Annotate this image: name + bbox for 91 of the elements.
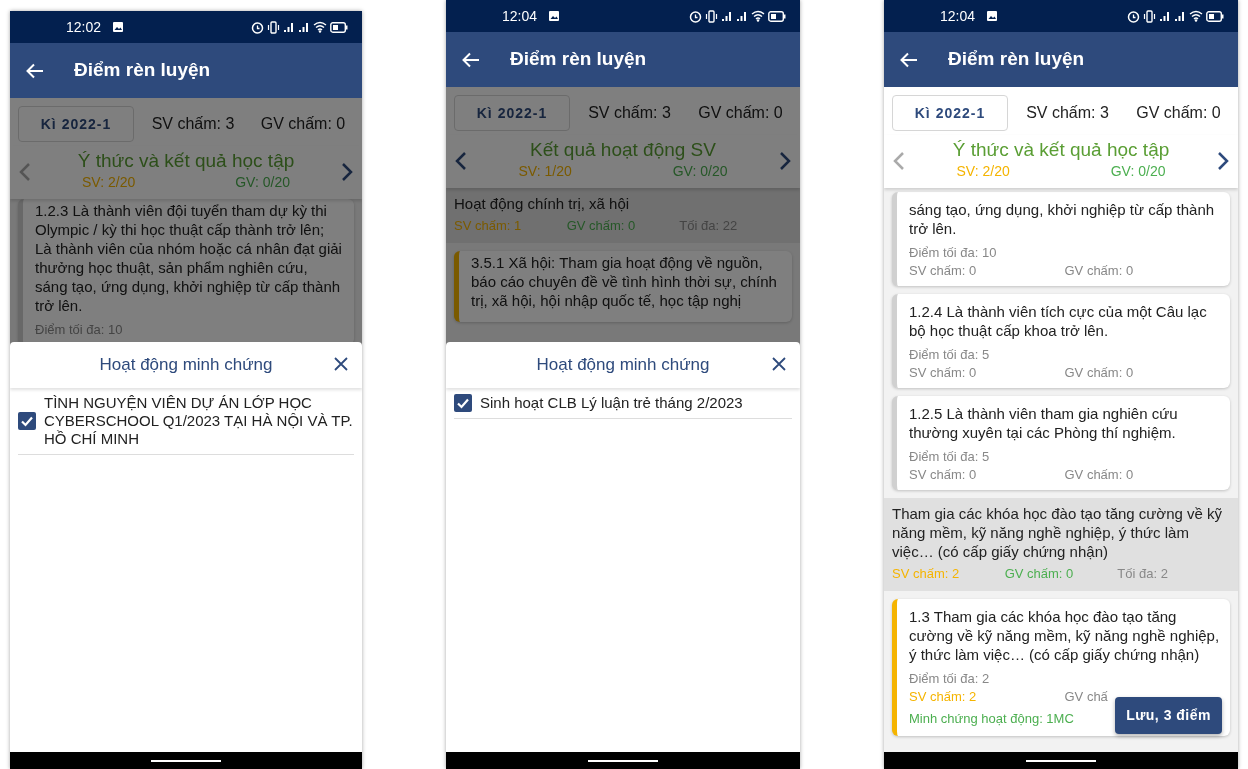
home-indicator — [1026, 759, 1096, 762]
status-time: 12:02 — [66, 17, 102, 37]
battery-icon — [768, 10, 786, 22]
student-score: SV chấm: 0 — [909, 263, 977, 278]
teacher-score-total: GV chấm: 0 — [259, 114, 347, 134]
vibrate-icon — [705, 9, 718, 23]
max-score: Tối đa: 2 — [1117, 566, 1168, 581]
gallery-icon — [113, 22, 124, 32]
teacher-score: GV: 0/20 — [672, 162, 728, 181]
max-score: Điểm tối đa: 10 — [35, 321, 124, 339]
battery-icon — [1206, 10, 1224, 22]
signal-icon — [283, 21, 295, 33]
semester-button[interactable]: Kì 2022-1 — [454, 95, 570, 131]
max-score: Điểm tối đa: 2 — [909, 670, 991, 688]
chevron-right-icon[interactable] — [778, 150, 792, 171]
student-score-total: SV chấm: 3 — [1025, 103, 1110, 123]
teacher-score: GV chấm: 0 — [1064, 467, 1134, 482]
student-score: SV: 2/20 — [82, 173, 136, 192]
sheet-title: Hoạt động minh chứng — [99, 354, 273, 377]
teacher-score: GV chấm: 0 — [1064, 365, 1134, 380]
student-score: SV chấm: 2 — [909, 689, 977, 704]
alarm-icon — [251, 20, 264, 34]
max-score: Điểm tối đa: 10 — [909, 244, 998, 262]
screen-title: Điểm rèn luyện — [74, 58, 211, 83]
wifi-icon — [751, 10, 765, 22]
sheet-title: Hoạt động minh chứng — [536, 354, 710, 377]
criterion-text: 3.5.1 Xã hội: Tham gia hoạt động về nguồn, báo cáo chuyên đề về tình hình thời sự, chính trị, xã hội, hội nhập quốc tế, học tập nghị — [471, 253, 778, 310]
category-title: Kết quả hoạt động SV — [529, 139, 717, 161]
wifi-icon — [1189, 10, 1203, 22]
category-title: Ý thức và kết quả học tập — [76, 150, 296, 172]
back-arrow-icon[interactable] — [26, 62, 44, 79]
save-button[interactable]: Lưu, 3 điểm — [1115, 697, 1222, 734]
student-score-total: SV chấm: 3 — [150, 114, 236, 134]
student-score: SV chấm: 0 — [909, 467, 977, 482]
status-time: 12:04 — [940, 6, 976, 26]
activity-label: Sinh hoạt CLB Lý luận trẻ tháng 2/2023 — [480, 394, 743, 412]
teacher-score-total: GV chấm: 0 — [1135, 103, 1222, 123]
wifi-icon — [313, 21, 327, 33]
battery-icon — [330, 21, 348, 33]
teacher-score: GV chấ — [1064, 689, 1108, 704]
gallery-icon — [987, 11, 998, 21]
student-score: SV: 2/20 — [956, 162, 1010, 181]
teacher-score: GV chấm: 0 — [1004, 566, 1074, 581]
criterion-text: 1.2.4 Là thành viên tích cực của một Câu lạc bộ học thuật cấp khoa trở lên. — [909, 302, 1208, 340]
vibrate-icon — [1143, 9, 1156, 23]
group-title: Tham gia các khóa học đào tạo tăng cường về kỹ năng mềm, kỹ năng nghề nghiệp, ý thức làm việc… (có cấp giấy chứng nhận) — [892, 504, 1224, 561]
alarm-icon — [1127, 9, 1140, 23]
student-score: SV: 1/20 — [518, 162, 572, 181]
back-arrow-icon[interactable] — [462, 51, 480, 68]
group-title: Hoạt động chính trị, xã hội — [454, 194, 631, 213]
gallery-icon — [549, 11, 560, 21]
student-score: SV chấm: 1 — [454, 218, 522, 233]
screen-title: Điểm rèn luyện — [948, 47, 1085, 72]
chevron-left-icon[interactable] — [454, 150, 468, 171]
signal-icon — [1159, 10, 1171, 22]
teacher-score-total: GV chấm: 0 — [697, 103, 784, 123]
signal-icon — [298, 21, 310, 33]
signal-icon — [736, 10, 748, 22]
alarm-icon — [689, 9, 702, 23]
chevron-right-icon[interactable] — [1216, 150, 1230, 171]
teacher-score: GV chấm: 0 — [1064, 263, 1134, 278]
teacher-score: GV: 0/20 — [235, 173, 290, 192]
signal-icon — [1174, 10, 1186, 22]
teacher-score: GV chấm: 0 — [566, 218, 636, 233]
evidence-count: Minh chứng hoạt động: 1MC — [909, 710, 1074, 728]
student-score: SV chấm: 2 — [892, 566, 960, 581]
criterion-text: 1.3 Tham gia các khóa học đào tạo tăng cường về kỹ năng mềm, kỹ năng nghề nghiệp, ý thức làm việc… (có cấp giấy chứng nhận) — [909, 607, 1220, 664]
home-indicator — [588, 759, 658, 762]
criterion-text: 1.2.3 Là thành viên đội tuyển tham dự kỳ thi Olympic / kỳ thi học thuật cấp thành trở lên; Là thành viên của nhóm hoặc cá nhân đạt giải thưởng học thuật, sản phẩm nghiên cứu, sáng tạo, ứng dụng, khởi nghiệp từ cấp thành trở lên. — [35, 201, 343, 315]
max-score: Điểm tối đa: 5 — [909, 448, 991, 466]
screen-title: Điểm rèn luyện — [510, 47, 647, 72]
status-time: 12:04 — [502, 6, 538, 26]
semester-button[interactable]: Kì 2022-1 — [892, 95, 1008, 131]
home-indicator — [151, 759, 221, 762]
teacher-score: GV: 0/20 — [1110, 162, 1166, 181]
close-icon[interactable] — [334, 357, 348, 371]
activity-label: TÌNH NGUYỆN VIÊN DỰ ÁN LỚP HỌC CYBERSCHOOL Q1/2023 TẠI HÀ NỘI VÀ TP. HỒ CHÍ MINH — [44, 394, 354, 448]
checkbox[interactable] — [454, 394, 472, 412]
signal-icon — [721, 10, 733, 22]
criterion-text: sáng tạo, ứng dụng, khởi nghiệp từ cấp thành trở lên. — [909, 200, 1216, 238]
student-score-total: SV chấm: 3 — [587, 103, 672, 123]
back-arrow-icon[interactable] — [900, 51, 918, 68]
vibrate-icon — [267, 20, 280, 34]
chevron-right-icon[interactable] — [340, 161, 354, 182]
close-icon[interactable] — [772, 357, 786, 371]
max-score: Điểm tối đa: 5 — [909, 346, 991, 364]
criterion-text: 1.2.5 Là thành viên tham gia nghiên cứu thường xuyên tại các Phòng thí nghiệm. — [909, 404, 1179, 442]
student-score: SV chấm: 0 — [909, 365, 977, 380]
semester-button[interactable]: Kì 2022-1 — [18, 106, 134, 142]
checkbox[interactable] — [18, 412, 36, 430]
category-title: Ý thức và kết quả học tập — [951, 139, 1171, 161]
